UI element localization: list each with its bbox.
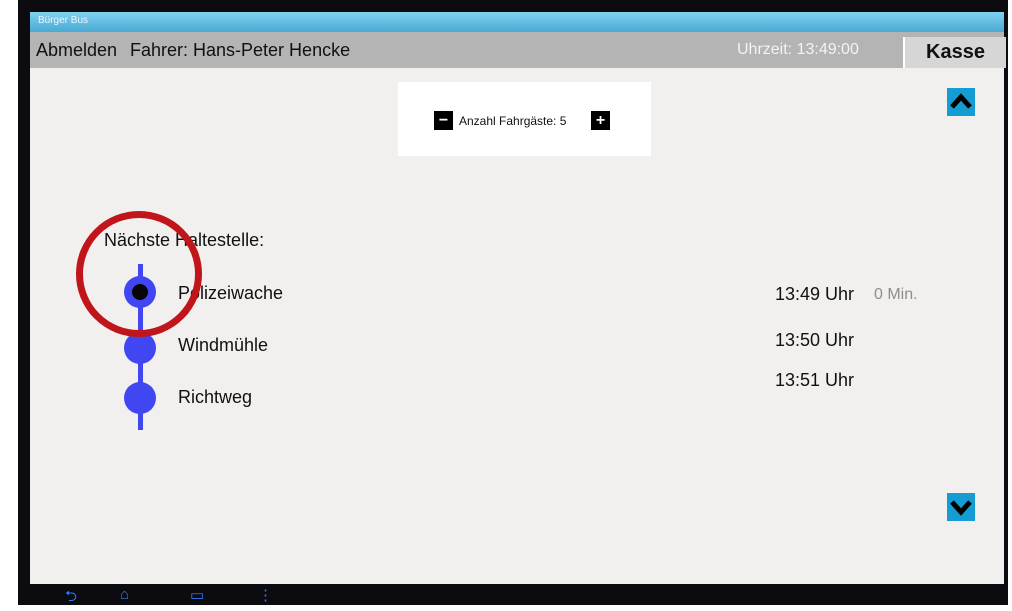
minus-icon: − — [438, 112, 449, 129]
window-title: Bürger Bus — [38, 15, 89, 26]
menu-icon[interactable]: ⋮ — [258, 586, 273, 604]
stop-time: 13:50 Uhr — [775, 330, 855, 350]
stop-name: Richtweg — [178, 387, 253, 407]
cashbox-label: Kasse — [926, 41, 985, 63]
cashbox-button[interactable]: Kasse — [903, 37, 1006, 68]
highlight-circle — [76, 211, 202, 337]
back-icon[interactable]: ⮌ — [65, 586, 77, 611]
stop-marker — [124, 382, 156, 414]
plus-icon: + — [595, 112, 606, 129]
main-content: − Anzahl Fahrgäste: 5 + Nächste Halteste… — [30, 68, 1004, 584]
chevron-down-icon — [950, 500, 972, 516]
clock-display: Uhrzeit: 13:49:00 — [737, 41, 859, 58]
app-header: Abmelden Fahrer: Hans-Peter Hencke Uhrze… — [30, 32, 1006, 68]
window-titlebar: Bürger Bus — [30, 12, 1004, 32]
home-icon[interactable]: ⌂ — [120, 586, 129, 603]
stop-delay: 0 Min. — [874, 286, 918, 303]
passenger-count-label: Anzahl Fahrgäste: 5 — [459, 114, 567, 128]
driver-name: Fahrer: Hans-Peter Hencke — [130, 40, 351, 60]
recent-apps-icon[interactable]: ▭ — [190, 586, 204, 604]
scroll-up-button[interactable] — [947, 88, 975, 116]
scroll-down-button[interactable] — [947, 493, 975, 521]
system-navigation-bar: ⮌ ⌂ ▭ ⋮ — [30, 584, 1004, 605]
chevron-up-icon — [950, 93, 972, 109]
decrement-passengers-button[interactable]: − — [434, 111, 453, 130]
passenger-counter: − Anzahl Fahrgäste: 5 + — [398, 82, 651, 156]
stop-time: 13:51 Uhr — [775, 370, 855, 390]
stop-name: Windmühle — [178, 335, 269, 355]
increment-passengers-button[interactable]: + — [591, 111, 610, 130]
logout-button[interactable]: Abmelden — [36, 40, 117, 61]
stop-time: 13:49 Uhr — [775, 284, 855, 304]
